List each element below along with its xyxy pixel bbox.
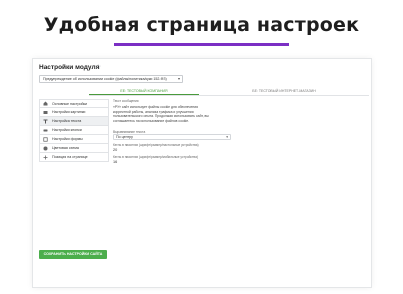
home-icon	[43, 101, 48, 106]
settings-panel: Настройки модуля ☆ Предупреждение об исп…	[32, 58, 372, 288]
module-select-value: Предупреждение об использовании cookie (…	[43, 77, 167, 81]
sidebar-item-form[interactable]: Настройки формы	[39, 135, 109, 144]
sidebar-item-label: Настройки формы	[52, 137, 83, 141]
desktop-size-label: Кегль в пикселях (шрифт/размер/настольны…	[113, 143, 199, 148]
star-icon[interactable]: ☆	[95, 63, 101, 71]
sidebar-item-label: Позиция на странице	[52, 155, 88, 159]
tab-test-company[interactable]: ЕЕ: ТЕСТОВЫЙ КОМПАНИЯ	[89, 87, 199, 95]
tab-divider	[89, 95, 369, 96]
sidebar-item-image[interactable]: Настройки картинки	[39, 108, 109, 117]
image-icon	[43, 110, 48, 115]
sidebar-item-label: Настройки картинки	[52, 110, 86, 114]
palette-icon	[43, 146, 48, 151]
position-icon	[43, 155, 48, 160]
button-icon	[43, 128, 48, 133]
page-headline: Удобная страница настроек	[43, 14, 360, 36]
sidebar-item-colors[interactable]: Цветовая схема	[39, 144, 109, 153]
sidebar-item-button[interactable]: Настройки кнопки	[39, 126, 109, 135]
align-select-value: По центру	[116, 135, 133, 140]
panel-title: Настройки модуля	[39, 64, 100, 71]
form-icon	[43, 136, 48, 142]
sidebar-item-main[interactable]: Основные настройки	[39, 99, 109, 108]
sidebar-item-label: Настройка текста	[52, 119, 82, 123]
sidebar-item-label: Основные настройки	[52, 101, 88, 106]
sidebar-item-label: Настройки кнопки	[52, 128, 82, 132]
mobile-size-label: Кегль в пикселях (шрифт/размер/мобильные…	[113, 155, 198, 160]
site-tabs: ЕЕ: ТЕСТОВЫЙ КОМПАНИЯ БЕ: ТЕСТОВЫЙ ИНТЕР…	[89, 87, 369, 95]
desktop-size-input[interactable]: 20	[113, 148, 231, 152]
mobile-size-input[interactable]: 16	[113, 160, 231, 164]
tab-test-shop[interactable]: БЕ: ТЕСТОВЫЙ ИНТЕРНЕТ-МАГАЗИН	[199, 87, 369, 95]
headline-underline	[114, 43, 289, 46]
save-button[interactable]: СОХРАНИТЬ НАСТРОЙКИ САЙТА	[39, 250, 107, 259]
sidebar-item-label: Цветовая схема	[52, 146, 79, 150]
sidebar-item-text[interactable]: Настройка текста	[39, 117, 109, 126]
settings-content: Текст сообщения «РУ» сайт использует фай…	[113, 99, 231, 164]
module-select[interactable]: Предупреждение об использовании cookie (…	[39, 75, 183, 83]
message-text[interactable]: «РУ» сайт использует файлы cookie для об…	[113, 105, 209, 123]
chevron-down-icon: ▾	[177, 76, 180, 81]
align-select[interactable]: По центру ▾	[113, 134, 231, 141]
message-label: Текст сообщения	[113, 99, 139, 103]
settings-sidebar: Основные настройки Настройки картинки На…	[39, 99, 109, 162]
chevron-down-icon: ▾	[226, 135, 228, 140]
sidebar-item-position[interactable]: Позиция на странице	[39, 153, 109, 162]
text-icon	[43, 119, 48, 124]
